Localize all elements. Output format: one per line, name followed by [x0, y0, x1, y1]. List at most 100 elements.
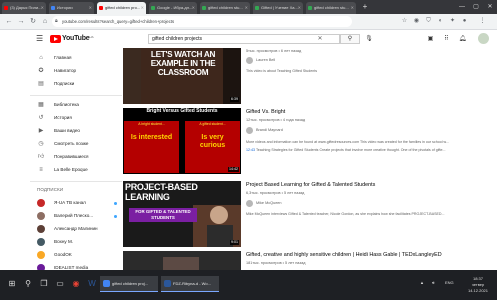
video-thumbnail[interactable]: PROJECT-BASED LEARNING FOR GIFTED & TALE… — [123, 181, 241, 247]
browser-tab[interactable]: Gifted | Учение Ха... ✕ — [253, 2, 303, 14]
search-button[interactable]: ⚲ — [340, 34, 360, 44]
search-input[interactable]: gifted children projects — [148, 34, 340, 44]
video-meta: 5тыс. просмотров • 6 лет назад — [246, 49, 302, 53]
sidebar-subscription[interactable]: Александр Малинин — [30, 223, 122, 235]
address-bar[interactable]: 🔒︎ youtube.com/results?search_query=gifte… — [52, 16, 352, 27]
video-description: This video is about Teaching Gifted Stud… — [246, 69, 318, 73]
task-view-icon[interactable]: ❐ — [38, 278, 50, 290]
video-meta: 12тыс. просмотров • 4 года назад — [246, 118, 306, 122]
sidebar-item-history[interactable]: ↺ История — [30, 112, 122, 124]
video-title[interactable]: Project Based Learning for Gifted & Tale… — [246, 182, 375, 188]
sidebar-divider — [30, 181, 122, 182]
channel-avatar — [246, 200, 253, 207]
word-icon[interactable]: W — [86, 278, 98, 290]
video-thumbnail[interactable]: Bright Versus Gifted Students A bright s… — [123, 108, 241, 174]
sidebar-item-your-videos[interactable]: ▶ Ваши видео — [30, 125, 122, 137]
browser-tab[interactable]: Google - Ибра-дл... ✕ — [149, 2, 197, 14]
sidebar-item-playlist[interactable]: ≡ La Belle Epoque — [30, 164, 122, 176]
video-description: Mike McQueen interviews Gifted & Talente… — [246, 212, 445, 216]
browser-menu-icon[interactable]: ⋮ — [478, 17, 487, 26]
puzzle-icon[interactable]: ✦ — [448, 17, 457, 26]
network-icon[interactable]: ▲ — [420, 280, 424, 286]
sidebar-item-home[interactable]: ⌂ Главная — [30, 52, 122, 64]
subscriptions-heading: ПОДПИСКИ — [37, 187, 64, 192]
sidebar-item-subscriptions[interactable]: ▤ Подписки — [30, 78, 122, 90]
watch-later-icon: ◷ — [38, 141, 44, 147]
channel-avatar — [37, 212, 45, 220]
new-tab-button[interactable]: + — [358, 0, 372, 14]
forward-arrow-icon[interactable]: → — [16, 16, 26, 27]
close-tab-icon[interactable]: ✕ — [351, 2, 354, 14]
reload-icon[interactable]: ↻ — [28, 16, 38, 27]
home-icon[interactable]: ⌂ — [40, 16, 50, 27]
compass-icon: ✪ — [38, 68, 44, 74]
profile-icon[interactable]: ● — [460, 17, 469, 26]
create-video-icon[interactable]: ▣ — [426, 35, 435, 44]
sidebar-item-library[interactable]: ▦ Библиотека — [30, 99, 122, 111]
notifications-bell-icon[interactable]: 🔔︎ — [458, 35, 467, 44]
video-duration: 14:42 — [228, 167, 239, 172]
video-chapter[interactable]: 12:43 Teaching Strategies for Gifted Stu… — [246, 148, 496, 152]
back-arrow-icon[interactable]: ← — [4, 16, 14, 27]
sidebar-item-watch-later[interactable]: ◷ Смотреть позже — [30, 138, 122, 150]
sidebar-divider — [30, 95, 122, 96]
browser-tab[interactable]: gifted children stu... ✕ — [200, 2, 250, 14]
close-tab-icon[interactable]: ✕ — [298, 2, 301, 14]
taskbar-app-browser[interactable]: gifted children proj... — [100, 276, 158, 292]
language-indicator[interactable]: ENG — [445, 280, 454, 286]
browser-tab[interactable]: gifted children stu... ✕ — [306, 2, 356, 14]
sidebar-item-liked[interactable]: 👍︎ Понравившиеся — [30, 151, 122, 163]
browser-tab[interactable]: Истории ✕ — [49, 2, 94, 14]
extension-icon[interactable]: ◉ — [412, 17, 421, 26]
library-icon: ▦ — [38, 102, 44, 108]
youtube-play-icon — [50, 35, 61, 43]
google-favicon — [151, 6, 155, 10]
channel-avatar — [246, 57, 253, 64]
browser-tab-active[interactable]: gifted children pro... ✕ — [97, 2, 146, 14]
account-avatar[interactable] — [478, 33, 489, 44]
video-thumbnail[interactable]: LET'S WATCH AN EXAMPLE IN THE CLASSROOM … — [123, 48, 241, 104]
volume-icon[interactable]: 🔊︎ — [432, 280, 435, 286]
video-title[interactable]: Gifted, creative and highly sensitive ch… — [246, 252, 442, 258]
translate-icon[interactable]: ◐ — [436, 17, 445, 26]
video-thumbnail[interactable] — [123, 251, 241, 270]
thumbs-up-icon: 👍︎ — [37, 154, 45, 160]
video-title[interactable]: Gifted Vs. Bright — [246, 109, 285, 115]
taskbar-app-word[interactable]: FDZ-Ribyna-d - Wo... — [161, 276, 219, 292]
channel-avatar — [37, 225, 45, 233]
search-icon[interactable]: ⚲ — [22, 278, 34, 290]
microphone-icon[interactable]: 🎙︎ — [365, 35, 373, 43]
hamburger-menu-icon[interactable]: ☰ — [36, 35, 43, 43]
browser-tab[interactable]: (3) Дарья Пили... ✕ — [2, 2, 46, 14]
close-tab-icon[interactable]: ✕ — [192, 2, 195, 14]
minimize-window-icon[interactable]: — — [455, 0, 469, 14]
channel-avatar — [37, 199, 45, 207]
youtube-favicon — [4, 6, 8, 10]
sidebar-subscription[interactable]: GoodOK — [30, 249, 122, 261]
sidebar-subscription[interactable]: Я-UA ТВ канал — [30, 197, 122, 209]
maximize-window-icon[interactable]: ▢ — [469, 0, 483, 14]
sidebar-item-explore[interactable]: ✪ Навигатор — [30, 65, 122, 77]
close-tab-icon[interactable]: ✕ — [245, 2, 248, 14]
sidebar-subscription[interactable]: Вохну М. — [30, 236, 122, 248]
close-tab-icon[interactable]: ✕ — [41, 2, 44, 14]
clock[interactable]: 18:37 четвер 14.12.2021 — [463, 276, 493, 294]
your-videos-icon: ▶ — [38, 128, 44, 134]
sidebar-subscription[interactable]: Валерий Плеско... — [30, 210, 122, 222]
clear-search-icon[interactable]: ✕ — [316, 34, 324, 44]
close-tab-icon[interactable]: ✕ — [89, 2, 92, 14]
close-window-icon[interactable]: ✕ — [483, 0, 497, 14]
page-favicon — [202, 6, 206, 10]
shield-icon[interactable]: ⛉ — [424, 17, 433, 26]
browser-toolbar: ← → ↻ ⌂ 🔒︎ youtube.com/results?search_que… — [0, 14, 497, 30]
youtube-logo[interactable]: YouTubeUA — [50, 35, 94, 44]
file-explorer-icon[interactable]: ▭ — [54, 278, 66, 290]
close-tab-icon[interactable]: ✕ — [141, 2, 144, 14]
home-icon: ⌂ — [39, 55, 43, 61]
history-icon: ↺ — [38, 115, 44, 121]
sidebar: ⌂ Главная ✪ Навигатор ▤ Подписки ▦ Библиотек… — [30, 48, 122, 272]
bookmark-star-icon[interactable]: ☆ — [400, 17, 409, 26]
apps-grid-icon[interactable]: ⠿ — [442, 35, 451, 44]
windows-start-icon[interactable]: ⊞ — [6, 278, 18, 290]
chrome-icon[interactable]: ◉ — [70, 278, 82, 290]
